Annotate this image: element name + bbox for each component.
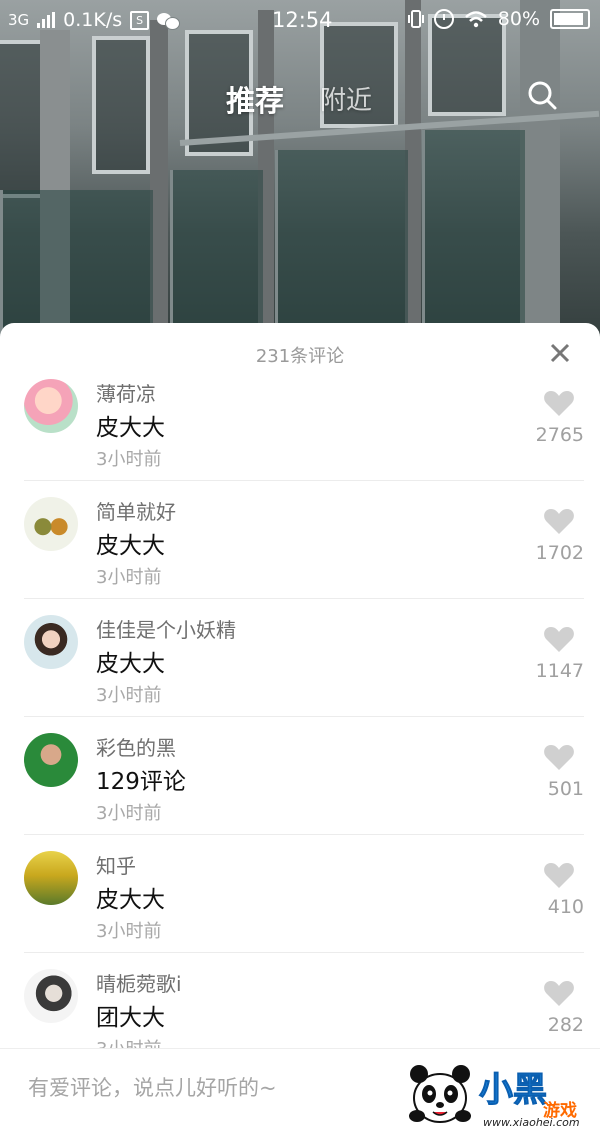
avatar[interactable] bbox=[24, 497, 78, 551]
comment-time: 3小时前 bbox=[96, 449, 162, 470]
alarm-icon bbox=[433, 9, 454, 29]
comment-text: 团大大 bbox=[96, 1005, 165, 1031]
like-count: 2765 bbox=[535, 424, 584, 446]
comments-panel: 231条评论 薄荷凉 皮大大 3小时前 2765 简单就好 皮大大 3小时前 1… bbox=[0, 323, 600, 1130]
watermark-title: 小黑 bbox=[479, 1070, 548, 1111]
like-count: 282 bbox=[547, 1014, 584, 1036]
avatar[interactable] bbox=[24, 851, 78, 905]
panda-mascot-icon bbox=[409, 1065, 471, 1123]
comment-text: 皮大大 bbox=[96, 415, 165, 441]
comment-author[interactable]: 简单就好 bbox=[96, 496, 176, 525]
comment-time: 3小时前 bbox=[96, 685, 162, 706]
wifi-icon bbox=[464, 11, 487, 28]
status-bar: 3G 0.1K/s S 12:54 80% bbox=[0, 0, 600, 40]
heart-icon[interactable] bbox=[543, 743, 575, 771]
comment-text: 129评论 bbox=[96, 769, 186, 795]
clock-time: 12:54 bbox=[272, 8, 333, 32]
comment-author[interactable]: 佳佳是个小妖精 bbox=[96, 614, 236, 643]
comments-list: 薄荷凉 皮大大 3小时前 2765 简单就好 皮大大 3小时前 1702 佳佳是… bbox=[0, 363, 600, 1070]
comment-time: 3小时前 bbox=[96, 921, 162, 942]
avatar[interactable] bbox=[24, 615, 78, 669]
battery-icon bbox=[550, 9, 590, 29]
like-count: 1147 bbox=[535, 660, 584, 682]
comment-author[interactable]: 彩色的黑 bbox=[96, 732, 176, 761]
close-icon[interactable] bbox=[550, 343, 570, 363]
heart-icon[interactable] bbox=[543, 625, 575, 653]
watermark-logo: 小黑 游戏 www.xiaohei.com bbox=[405, 1056, 600, 1130]
battery-percent: 80% bbox=[497, 8, 540, 30]
avatar[interactable] bbox=[24, 969, 78, 1023]
heart-icon[interactable] bbox=[543, 507, 575, 535]
tab-nearby[interactable]: 附近 bbox=[320, 80, 372, 117]
comment-item[interactable]: 彩色的黑 129评论 3小时前 501 bbox=[24, 717, 584, 835]
comment-author[interactable]: 知乎 bbox=[96, 850, 136, 879]
comment-text: 皮大大 bbox=[96, 533, 165, 559]
heart-icon[interactable] bbox=[543, 389, 575, 417]
heart-icon[interactable] bbox=[543, 979, 575, 1007]
heart-icon[interactable] bbox=[543, 861, 575, 889]
comment-item[interactable]: 薄荷凉 皮大大 3小时前 2765 bbox=[24, 363, 584, 481]
vibrate-icon bbox=[407, 10, 424, 28]
search-icon[interactable] bbox=[527, 80, 557, 110]
signal-icon bbox=[37, 12, 56, 28]
comment-time: 3小时前 bbox=[96, 803, 162, 824]
comment-author[interactable]: 薄荷凉 bbox=[96, 378, 156, 407]
network-type: 3G bbox=[8, 11, 30, 29]
comment-text: 皮大大 bbox=[96, 651, 165, 677]
comment-author[interactable]: 晴栀菀歌i bbox=[96, 968, 182, 997]
app-notification-icon: S bbox=[130, 10, 150, 30]
comment-item[interactable]: 佳佳是个小妖精 皮大大 3小时前 1147 bbox=[24, 599, 584, 717]
tab-recommended[interactable]: 推荐 bbox=[226, 78, 284, 120]
comment-item[interactable]: 简单就好 皮大大 3小时前 1702 bbox=[24, 481, 584, 599]
video-background[interactable] bbox=[0, 0, 600, 360]
like-count: 410 bbox=[547, 896, 584, 918]
comment-text: 皮大大 bbox=[96, 887, 165, 913]
comment-time: 3小时前 bbox=[96, 567, 162, 588]
avatar[interactable] bbox=[24, 733, 78, 787]
network-speed: 0.1K/s bbox=[63, 9, 123, 31]
watermark-url: www.xiaohei.com bbox=[483, 1116, 580, 1129]
comment-item[interactable]: 知乎 皮大大 3小时前 410 bbox=[24, 835, 584, 953]
wechat-icon bbox=[157, 11, 181, 30]
avatar[interactable] bbox=[24, 379, 78, 433]
comment-input[interactable] bbox=[26, 1075, 410, 1101]
like-count: 501 bbox=[547, 778, 584, 800]
like-count: 1702 bbox=[535, 542, 584, 564]
